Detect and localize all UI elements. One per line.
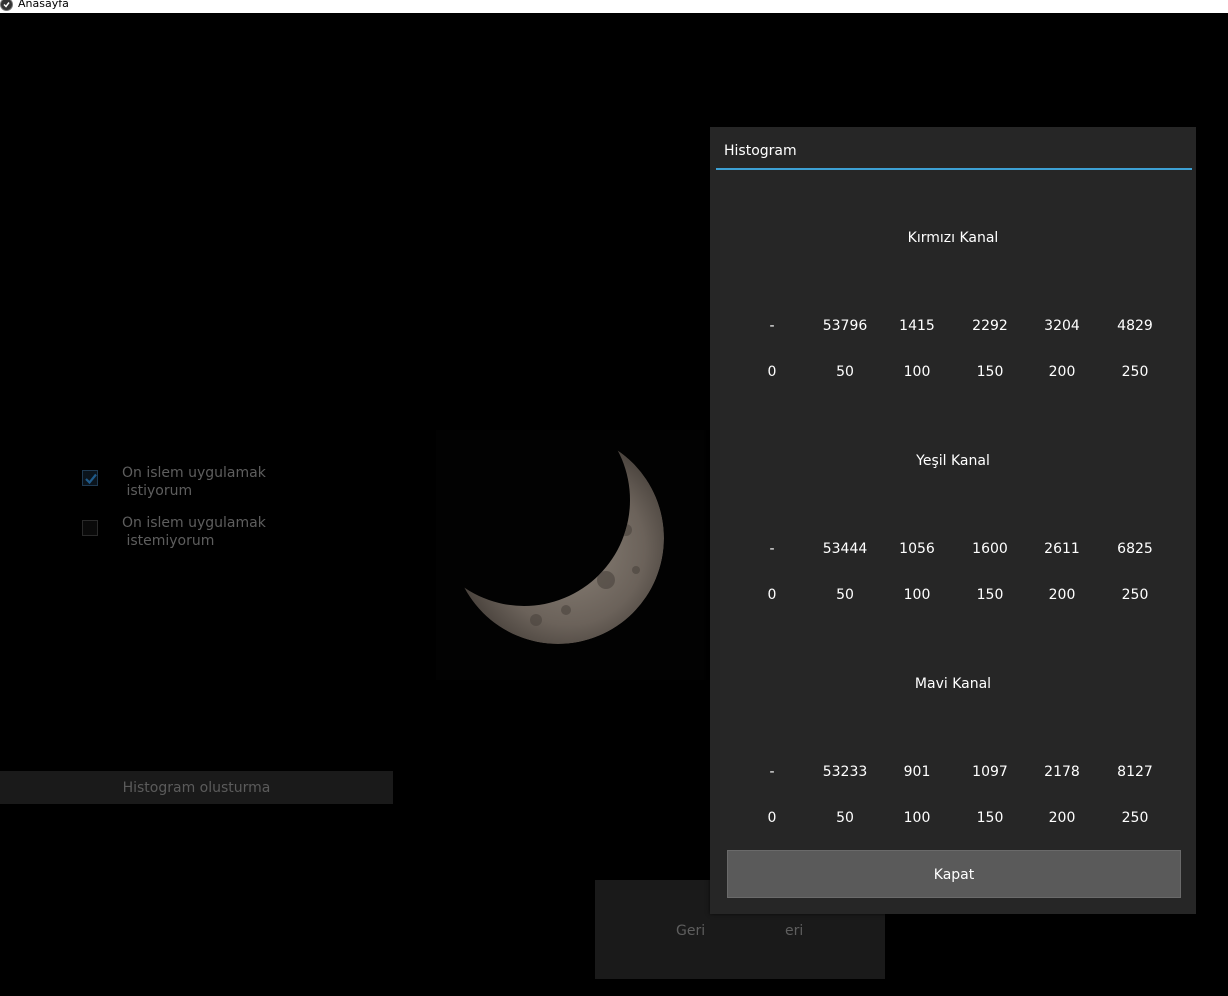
app-icon bbox=[0, 0, 13, 11]
count-cell: 4829 bbox=[1117, 318, 1153, 334]
bin-cell: 0 bbox=[767, 810, 777, 826]
option-label: On islem uygulamak istemiyorum bbox=[122, 515, 266, 549]
red-channel-bins: 0 50 100 150 200 250 bbox=[710, 364, 1196, 384]
red-channel-counts: - 53796 1415 2292 3204 4829 bbox=[710, 318, 1196, 338]
count-cell: 53233 bbox=[822, 764, 868, 780]
count-cell: 53444 bbox=[822, 541, 868, 557]
count-cell: - bbox=[769, 318, 775, 334]
count-cell: - bbox=[769, 764, 775, 780]
count-cell: 6825 bbox=[1117, 541, 1153, 557]
count-cell: 8127 bbox=[1117, 764, 1153, 780]
red-channel-title: Kırmızı Kanal bbox=[907, 230, 999, 246]
bin-cell: 50 bbox=[836, 810, 854, 826]
create-histogram-button[interactable]: Histogram olusturma bbox=[0, 771, 393, 804]
blue-channel-title: Mavi Kanal bbox=[914, 676, 992, 692]
green-channel-bins: 0 50 100 150 200 250 bbox=[710, 587, 1196, 607]
bin-cell: 200 bbox=[1048, 364, 1076, 380]
count-cell: 1415 bbox=[899, 318, 935, 334]
count-cell: 2178 bbox=[1044, 764, 1080, 780]
count-cell: 2611 bbox=[1044, 541, 1080, 557]
bin-cell: 100 bbox=[903, 810, 931, 826]
blue-channel-counts: - 53233 901 1097 2178 8127 bbox=[710, 764, 1196, 784]
count-cell: 1056 bbox=[899, 541, 935, 557]
count-cell: 1097 bbox=[972, 764, 1008, 780]
back-button[interactable]: Geri bbox=[676, 923, 705, 939]
histogram-popup: Histogram Kırmızı Kanal - 53796 1415 229… bbox=[710, 127, 1196, 914]
bin-cell: 250 bbox=[1121, 364, 1149, 380]
count-cell: 53796 bbox=[822, 318, 868, 334]
bin-cell: 0 bbox=[767, 587, 777, 603]
window-title: Anasayfa bbox=[18, 0, 69, 10]
count-cell: 3204 bbox=[1044, 318, 1080, 334]
blue-channel-bins: 0 50 100 150 200 250 bbox=[710, 810, 1196, 830]
count-cell: 1600 bbox=[972, 541, 1008, 557]
bin-cell: 150 bbox=[976, 810, 1004, 826]
checkbox-checked-icon[interactable] bbox=[82, 470, 98, 486]
option-label: On islem uygulamak istiyorum bbox=[122, 465, 266, 499]
green-channel-title: Yeşil Kanal bbox=[916, 453, 990, 469]
bin-cell: 100 bbox=[903, 587, 931, 603]
bin-cell: 200 bbox=[1048, 587, 1076, 603]
count-cell: - bbox=[769, 541, 775, 557]
bin-cell: 250 bbox=[1121, 587, 1149, 603]
bin-cell: 200 bbox=[1048, 810, 1076, 826]
bin-cell: 50 bbox=[836, 587, 854, 603]
bin-cell: 100 bbox=[903, 364, 931, 380]
moon-image bbox=[436, 430, 706, 680]
next-button[interactable]: eri bbox=[785, 923, 803, 939]
bin-cell: 250 bbox=[1121, 810, 1149, 826]
count-cell: 2292 bbox=[972, 318, 1008, 334]
bin-cell: 0 bbox=[767, 364, 777, 380]
count-cell: 901 bbox=[903, 764, 931, 780]
close-button[interactable]: Kapat bbox=[727, 850, 1181, 898]
popup-title: Histogram bbox=[724, 143, 797, 159]
bin-cell: 50 bbox=[836, 364, 854, 380]
title-bar: Anasayfa bbox=[0, 0, 1228, 13]
title-divider bbox=[716, 168, 1192, 170]
bin-cell: 150 bbox=[976, 364, 1004, 380]
green-channel-counts: - 53444 1056 1600 2611 6825 bbox=[710, 541, 1196, 561]
bin-cell: 150 bbox=[976, 587, 1004, 603]
checkbox-unchecked-icon[interactable] bbox=[82, 520, 98, 536]
